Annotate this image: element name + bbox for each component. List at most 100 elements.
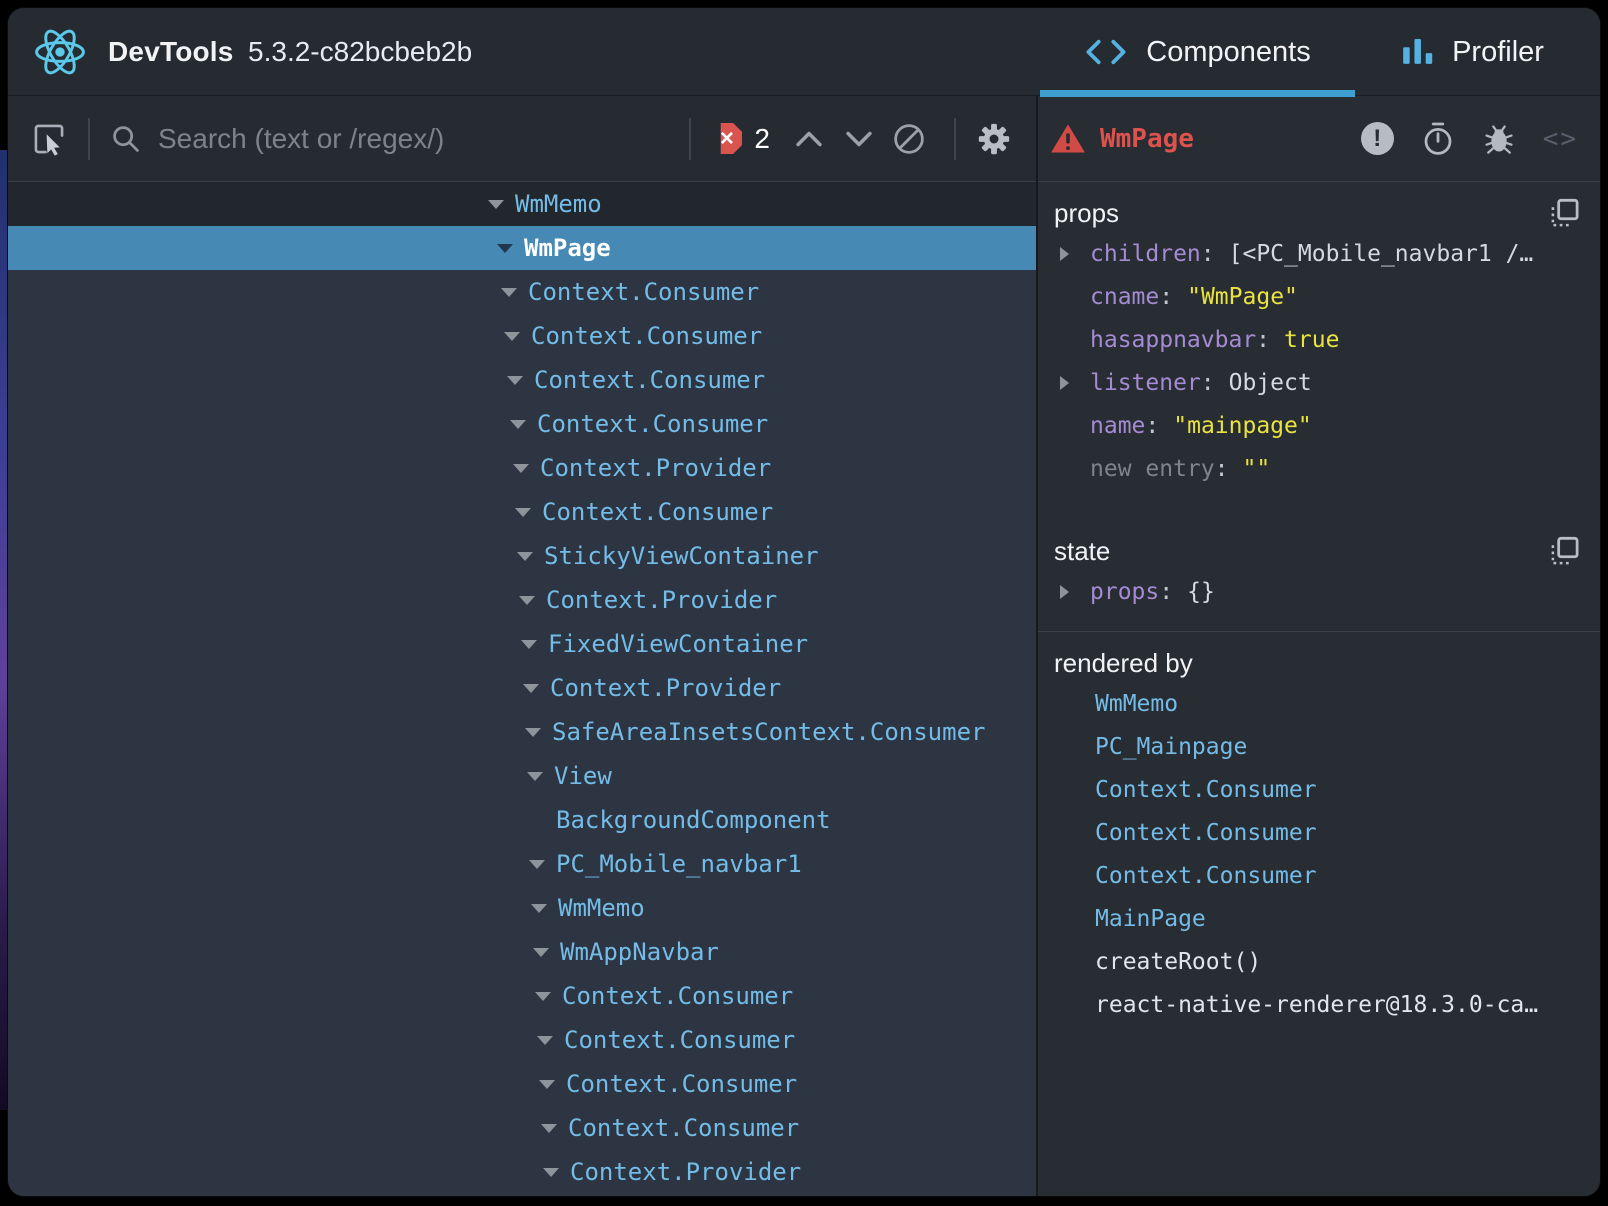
expand-collapse-arrow-icon[interactable]: [539, 1080, 555, 1089]
expander-arrow-icon[interactable]: [1060, 585, 1069, 599]
tree-row-stickyviewcontainer[interactable]: StickyViewContainer: [8, 534, 1036, 578]
tab-components[interactable]: Components: [1040, 8, 1355, 96]
expander-arrow-icon[interactable]: [1060, 376, 1069, 390]
expand-collapse-arrow-icon[interactable]: [497, 244, 513, 253]
stopwatch-suspense-icon[interactable]: [1421, 121, 1455, 157]
rendered-by-item[interactable]: Context.Consumer: [1054, 768, 1580, 811]
tree-row-context-consumer[interactable]: Context.Consumer: [8, 358, 1036, 402]
state-section-title: state: [1054, 536, 1110, 567]
tree-row-context-consumer[interactable]: Context.Consumer: [8, 1062, 1036, 1106]
expander-arrow-icon[interactable]: [1060, 247, 1069, 261]
tree-subtree-highlight: [8, 1194, 1036, 1196]
rendered-by-item[interactable]: Context.Consumer: [1054, 811, 1580, 854]
prop-value[interactable]: true: [1284, 327, 1339, 353]
tree-row-context-consumer[interactable]: Context.Consumer: [8, 402, 1036, 446]
rendered-by-item[interactable]: MainPage: [1054, 897, 1580, 940]
tree-row-wmpage[interactable]: WmPage: [8, 226, 1036, 270]
tree-row-context-provider[interactable]: Context.Provider: [8, 578, 1036, 622]
expand-collapse-arrow-icon[interactable]: [535, 992, 551, 1001]
tree-row-wmappnavbar[interactable]: WmAppNavbar: [8, 930, 1036, 974]
previous-result-button[interactable]: [794, 128, 824, 150]
inspect-element-picker-button[interactable]: [30, 120, 68, 158]
tree-row-view[interactable]: View: [8, 754, 1036, 798]
prop-key: cname: [1090, 284, 1159, 310]
expand-collapse-arrow-icon[interactable]: [515, 508, 531, 517]
expand-collapse-arrow-icon[interactable]: [531, 904, 547, 913]
prop-value[interactable]: [<PC_Mobile_navbar1 /…: [1229, 241, 1534, 267]
tree-row-context-consumer[interactable]: Context.Consumer: [8, 974, 1036, 1018]
expand-collapse-arrow-icon[interactable]: [513, 464, 529, 473]
expand-collapse-arrow-icon[interactable]: [507, 376, 523, 385]
expand-collapse-arrow-icon[interactable]: [510, 420, 526, 429]
warning-triangle-icon: [1050, 123, 1086, 155]
tree-row-context-provider[interactable]: Context.Provider: [8, 666, 1036, 710]
expand-collapse-arrow-icon[interactable]: [543, 1168, 559, 1177]
tree-row-wmmemo[interactable]: WmMemo: [8, 886, 1036, 930]
component-name: BackgroundComponent: [556, 806, 831, 834]
component-name: View: [554, 762, 612, 790]
tree-row-context-consumer[interactable]: Context.Consumer: [8, 1106, 1036, 1150]
tree-row-pc-mobile-navbar1[interactable]: PC_Mobile_navbar1: [8, 842, 1036, 886]
prop-value[interactable]: "mainpage": [1173, 413, 1311, 439]
prop-value[interactable]: Object: [1229, 370, 1312, 396]
bar-chart-icon: [1402, 35, 1434, 69]
tree-row-context-consumer[interactable]: Context.Consumer: [8, 1018, 1036, 1062]
expand-collapse-arrow-icon[interactable]: [504, 332, 520, 341]
rendered-by-item[interactable]: Context.Consumer: [1054, 854, 1580, 897]
prop-key: props: [1090, 579, 1159, 605]
expand-collapse-arrow-icon[interactable]: [501, 288, 517, 297]
expand-collapse-arrow-icon[interactable]: [529, 860, 545, 869]
tree-row-fixedviewcontainer[interactable]: FixedViewContainer: [8, 622, 1036, 666]
tree-row-context-consumer[interactable]: Context.Consumer: [8, 490, 1036, 534]
prop-value[interactable]: {}: [1187, 579, 1215, 605]
expand-collapse-arrow-icon[interactable]: [533, 948, 549, 957]
toggle-error-boundary-icon[interactable]: !: [1361, 122, 1394, 155]
expand-collapse-arrow-icon[interactable]: [519, 596, 535, 605]
expand-collapse-arrow-icon[interactable]: [527, 772, 543, 781]
rendered-by-item[interactable]: PC_Mainpage: [1054, 725, 1580, 768]
tree-row-context-provider[interactable]: Context.Provider: [8, 446, 1036, 490]
colon: :: [1145, 413, 1159, 439]
component-name: Context.Consumer: [537, 410, 768, 438]
title-bar: DevTools 5.3.2-c82bcbeb2b Components: [8, 8, 1600, 96]
bug-icon[interactable]: [1482, 122, 1516, 156]
tree-row-wmmemo[interactable]: WmMemo: [8, 182, 1036, 226]
tree-row-safeareainsetscontext-consumer[interactable]: SafeAreaInsetsContext.Consumer: [8, 710, 1036, 754]
settings-gear-button[interactable]: [976, 121, 1012, 157]
component-name: PC_Mobile_navbar1: [556, 850, 802, 878]
component-name: Context.Consumer: [542, 498, 773, 526]
expand-collapse-arrow-icon[interactable]: [488, 200, 504, 209]
expand-collapse-arrow-icon[interactable]: [517, 552, 533, 561]
copy-props-icon[interactable]: [1550, 198, 1580, 228]
prop-value[interactable]: "WmPage": [1187, 284, 1298, 310]
prop-row-name[interactable]: name:"mainpage": [1054, 404, 1580, 447]
tree-row-context-consumer[interactable]: Context.Consumer: [8, 314, 1036, 358]
copy-state-icon[interactable]: [1550, 536, 1580, 566]
prop-row-cname[interactable]: cname: "WmPage": [1054, 275, 1580, 318]
clear-errors-button[interactable]: [892, 122, 926, 156]
next-result-button[interactable]: [844, 128, 874, 150]
expand-collapse-arrow-icon[interactable]: [537, 1036, 553, 1045]
prop-value[interactable]: "": [1242, 456, 1270, 482]
expand-collapse-arrow-icon[interactable]: [523, 684, 539, 693]
prop-row-new-entry[interactable]: new entry:"": [1054, 447, 1580, 490]
expand-collapse-arrow-icon[interactable]: [525, 728, 541, 737]
rendered-by-item[interactable]: WmMemo: [1054, 682, 1580, 725]
colon: :: [1159, 284, 1173, 310]
tree-row-backgroundcomponent[interactable]: BackgroundComponent: [8, 798, 1036, 842]
component-name: Context.Provider: [570, 1158, 801, 1186]
search-input[interactable]: [158, 123, 669, 155]
prop-row-listener[interactable]: listener:Object: [1054, 361, 1580, 404]
tab-profiler[interactable]: Profiler: [1368, 8, 1578, 96]
view-source-icon[interactable]: <>: [1543, 124, 1578, 154]
inspected-element-header: WmPage !: [1038, 96, 1600, 182]
error-x-icon: ×: [720, 127, 734, 151]
prop-row-props[interactable]: props:{}: [1054, 570, 1580, 613]
expand-collapse-arrow-icon[interactable]: [521, 640, 537, 649]
component-name: FixedViewContainer: [548, 630, 808, 658]
tree-row-context-provider[interactable]: Context.Provider: [8, 1150, 1036, 1194]
prop-row-hasappnavbar[interactable]: hasappnavbar:true: [1054, 318, 1580, 361]
prop-row-children[interactable]: children:[<PC_Mobile_navbar1 /…: [1054, 232, 1580, 275]
tree-row-context-consumer[interactable]: Context.Consumer: [8, 270, 1036, 314]
expand-collapse-arrow-icon[interactable]: [541, 1124, 557, 1133]
